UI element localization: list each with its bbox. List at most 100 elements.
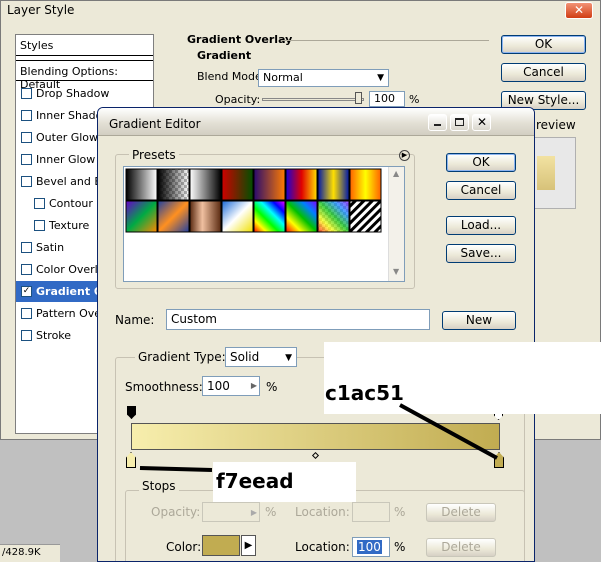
preset-swatch[interactable]: [221, 200, 254, 233]
style-item-checkbox[interactable]: [34, 220, 45, 231]
scroll-down-icon[interactable]: ▼: [393, 267, 399, 276]
gradient-close-button[interactable]: ✕: [472, 114, 491, 131]
preset-swatch[interactable]: [349, 200, 382, 233]
arrow-right-icon[interactable]: ▶: [251, 377, 257, 395]
style-item-label: Contour: [49, 197, 93, 210]
stop-color-delete-button: Delete: [426, 538, 496, 557]
layer-ok-button[interactable]: OK: [501, 35, 586, 54]
name-value: Custom: [171, 312, 217, 326]
stop-opacity-location-percent: %: [394, 505, 406, 519]
stop-opacity-delete-button: Delete: [426, 503, 496, 522]
stops-label: Stops: [139, 479, 179, 493]
status-text: /428.9K: [2, 547, 41, 558]
stop-color-menu-button[interactable]: ▶: [241, 535, 256, 556]
style-item-checkbox[interactable]: ✓: [21, 286, 32, 297]
stop-opacity-percent: %: [265, 505, 277, 519]
close-icon: ✕: [477, 115, 488, 129]
style-item-checkbox[interactable]: [21, 154, 32, 165]
presets-menu-button[interactable]: ▶: [399, 150, 410, 161]
section-divider: [281, 40, 489, 41]
stop-color-label: Color:: [166, 540, 202, 554]
blend-mode-label: Blend Mode:: [197, 70, 266, 83]
style-item-checkbox[interactable]: [21, 330, 32, 341]
stop-color-location-input[interactable]: 100: [352, 537, 390, 557]
blend-mode-value: Normal: [263, 71, 303, 84]
stop-color-location-value: 100: [357, 540, 382, 554]
opacity-slider[interactable]: [262, 98, 364, 101]
stop-opacity-input: ▶: [202, 502, 260, 522]
gradient-cancel-label: Cancel: [460, 183, 502, 197]
presets-grid: ▲ ▼: [123, 166, 405, 282]
preset-swatch[interactable]: [189, 200, 222, 233]
opacity-label: Opacity:: [215, 93, 261, 106]
load-button[interactable]: Load...: [446, 216, 516, 235]
layer-cancel-button[interactable]: Cancel: [501, 63, 586, 82]
stop-opacity-location-label: Location:: [295, 505, 350, 519]
styles-header[interactable]: Styles: [16, 35, 153, 56]
preset-swatch[interactable]: [253, 168, 286, 201]
gradient-cancel-button[interactable]: Cancel: [446, 181, 516, 200]
new-label: New: [465, 313, 493, 327]
style-item-label: Satin: [36, 241, 65, 254]
blend-mode-select[interactable]: Normal ▼: [258, 69, 389, 87]
style-item-label: Inner Glow: [36, 153, 96, 166]
window-title: Layer Style: [7, 3, 75, 17]
preset-swatch[interactable]: [317, 200, 350, 233]
preset-swatch[interactable]: [189, 168, 222, 201]
arrow-right-icon: ▶: [244, 540, 253, 551]
preset-swatch[interactable]: [317, 168, 350, 201]
maximize-button[interactable]: [450, 114, 469, 131]
name-label: Name:: [115, 313, 155, 327]
style-item-label: Drop Shadow: [36, 87, 110, 100]
gradient-bar[interactable]: [131, 423, 500, 450]
minimize-button[interactable]: [428, 114, 447, 131]
stop-color-delete-label: Delete: [441, 540, 481, 554]
preset-swatch[interactable]: [285, 168, 318, 201]
stop-opacity-label: Opacity:: [151, 505, 201, 519]
style-item-checkbox[interactable]: [21, 88, 32, 99]
preset-swatch[interactable]: [157, 168, 190, 201]
presets-swatches: [125, 168, 382, 233]
style-item-label: Texture: [49, 219, 90, 232]
presets-label: Presets: [129, 148, 179, 162]
stop-opacity-location-input: [352, 502, 390, 522]
style-item-checkbox[interactable]: [21, 176, 32, 187]
annotation-left-label: f7eead: [216, 469, 294, 493]
gradient-type-select[interactable]: Solid ▼: [225, 347, 297, 367]
preset-swatch[interactable]: [285, 200, 318, 233]
scroll-up-icon[interactable]: ▲: [393, 169, 399, 178]
load-label: Load...: [460, 218, 502, 232]
status-bar: /428.9K: [0, 544, 60, 562]
style-item-checkbox[interactable]: [21, 308, 32, 319]
preset-swatch[interactable]: [125, 200, 158, 233]
preset-swatch[interactable]: [349, 168, 382, 201]
preview-box: [528, 137, 576, 209]
opacity-input[interactable]: 100: [369, 91, 405, 107]
new-button[interactable]: New: [442, 311, 516, 330]
blending-options[interactable]: Blending Options: Default: [16, 60, 153, 91]
smoothness-percent: %: [266, 380, 278, 394]
name-input[interactable]: Custom: [166, 309, 430, 330]
style-item[interactable]: Drop Shadow: [16, 83, 153, 104]
gradient-editor-titlebar: Gradient Editor ✕: [98, 108, 534, 136]
presets-scrollbar[interactable]: ▲ ▼: [388, 167, 404, 281]
close-button[interactable]: ✕: [565, 2, 593, 19]
preset-swatch[interactable]: [157, 200, 190, 233]
style-item-checkbox[interactable]: [21, 242, 32, 253]
gradient-ok-button[interactable]: OK: [446, 153, 516, 172]
opacity-slider-thumb[interactable]: [355, 92, 362, 104]
smoothness-input[interactable]: 100 ▶: [202, 376, 260, 396]
stop-color-location-label: Location:: [295, 540, 350, 554]
layer-ok-label: OK: [534, 37, 553, 51]
style-item-checkbox[interactable]: [21, 110, 32, 121]
stop-opacity-delete-label: Delete: [441, 505, 481, 519]
style-item-checkbox[interactable]: [34, 198, 45, 209]
save-button[interactable]: Save...: [446, 244, 516, 263]
style-item-checkbox[interactable]: [21, 132, 32, 143]
arrow-right-icon: ▶: [250, 508, 257, 517]
preset-swatch[interactable]: [125, 168, 158, 201]
preset-swatch[interactable]: [221, 168, 254, 201]
preset-swatch[interactable]: [253, 200, 286, 233]
style-item-checkbox[interactable]: [21, 264, 32, 275]
stop-color-swatch[interactable]: [202, 535, 240, 556]
